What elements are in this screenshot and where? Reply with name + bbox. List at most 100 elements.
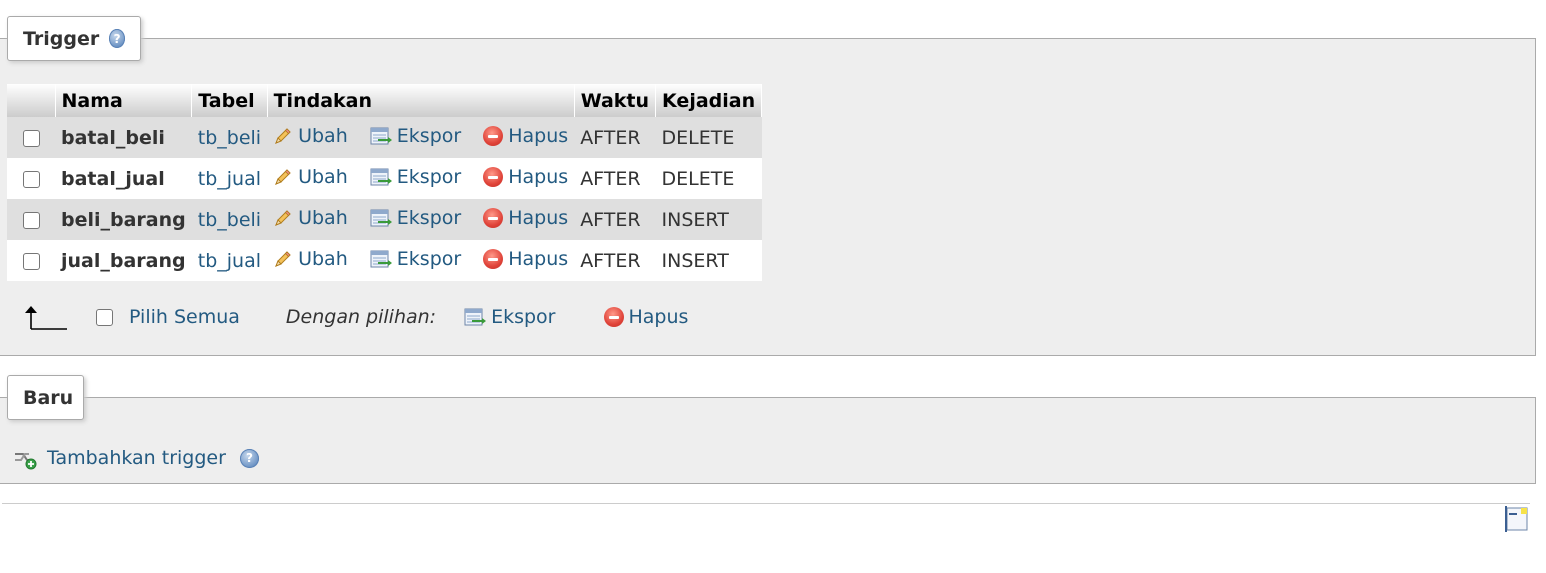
delete-label: Hapus (508, 124, 569, 147)
trigger-event: INSERT (655, 199, 762, 240)
trigger-event: INSERT (655, 240, 762, 281)
trigger-actions-cell: Ubah Ekspor Hapus (267, 240, 575, 281)
new-legend: Baru (7, 375, 84, 420)
delete-action[interactable]: Hapus (483, 125, 568, 147)
trigger-actions-cell: Ubah Ekspor Hapus (267, 158, 575, 199)
export-label: Ekspor (396, 206, 462, 229)
pencil-icon (273, 249, 293, 269)
edit-label: Ubah (298, 206, 348, 229)
header-event: Kejadian (655, 84, 763, 117)
add-trigger-icon[interactable] (13, 446, 37, 470)
select-all[interactable]: Pilih Semua (96, 306, 240, 328)
trigger-table-cell: tb_jual (191, 158, 268, 199)
bulk-export-button[interactable]: Ekspor (464, 306, 556, 328)
header-checkbox-column (7, 84, 56, 117)
export-icon (370, 167, 392, 187)
add-trigger-link[interactable]: Tambahkan trigger (47, 447, 226, 469)
trigger-time: AFTER (574, 199, 656, 240)
delete-action[interactable]: Hapus (483, 166, 568, 188)
header-actions: Tindakan (267, 84, 575, 117)
edit-label: Ubah (298, 165, 348, 188)
export-label: Ekspor (396, 165, 462, 188)
trigger-actions-cell: Ubah Ekspor Hapus (267, 117, 575, 158)
row-checkbox[interactable] (22, 129, 40, 147)
edit-label: Ubah (298, 124, 348, 147)
row-checkbox-cell (7, 158, 55, 199)
edit-action[interactable]: Ubah (273, 125, 348, 147)
bulk-delete-button[interactable]: Hapus (603, 306, 689, 328)
trigger-table-cell: tb_beli (191, 117, 268, 158)
trigger-name: batal_beli (55, 117, 192, 158)
trigger-title: Trigger (23, 27, 100, 50)
delete-label: Hapus (508, 206, 569, 229)
trigger-table-link[interactable]: tb_jual (198, 250, 261, 272)
help-icon[interactable]: ? (109, 29, 125, 48)
delete-icon (483, 125, 504, 146)
bulk-delete-label: Hapus (628, 306, 689, 328)
delete-icon (483, 248, 504, 269)
row-checkbox[interactable] (22, 252, 40, 270)
pencil-icon (273, 126, 293, 146)
trigger-time: AFTER (574, 240, 656, 281)
edit-action[interactable]: Ubah (273, 207, 348, 229)
row-checkbox[interactable] (22, 211, 40, 229)
trigger-event: DELETE (655, 158, 762, 199)
trigger-table-cell: tb_jual (191, 240, 268, 281)
header-time: Waktu (574, 84, 657, 117)
trigger-time: AFTER (574, 117, 656, 158)
export-label: Ekspor (396, 247, 462, 270)
header-name: Nama (55, 84, 193, 117)
trigger-legend: Trigger ? (7, 16, 141, 61)
delete-action[interactable]: Hapus (483, 207, 568, 229)
export-icon (370, 126, 392, 146)
export-icon (370, 249, 392, 269)
row-checkbox-cell (7, 240, 55, 281)
table-header-row: Nama Tabel Tindakan Waktu Kejadian (7, 84, 763, 117)
trigger-name: batal_jual (55, 158, 192, 199)
row-checkbox-cell (7, 199, 55, 240)
export-action[interactable]: Ekspor (370, 125, 461, 147)
export-action[interactable]: Ekspor (370, 248, 461, 270)
export-action[interactable]: Ekspor (370, 207, 461, 229)
table-row: jual_barang tb_jual Ubah Ekspor Hapus AF… (7, 240, 762, 281)
trigger-table-link[interactable]: tb_beli (198, 209, 261, 231)
select-all-checkbox[interactable] (96, 308, 113, 326)
edit-label: Ubah (298, 247, 348, 270)
table-row: batal_beli tb_beli Ubah Ekspor Hapus AFT… (7, 117, 762, 158)
header-table: Tabel (191, 84, 268, 117)
console-icon[interactable] (1505, 505, 1529, 533)
edit-action[interactable]: Ubah (273, 248, 348, 270)
arrow-up-left-icon (20, 303, 68, 331)
help-icon[interactable]: ? (239, 448, 259, 468)
delete-action[interactable]: Hapus (483, 248, 568, 270)
new-title: Baru (23, 386, 74, 409)
with-selected-label: Dengan pilihan: (285, 306, 437, 328)
trigger-actions-cell: Ubah Ekspor Hapus (267, 199, 575, 240)
table-row: batal_jual tb_jual Ubah Ekspor Hapus AFT… (7, 158, 762, 199)
export-icon (370, 208, 392, 228)
row-checkbox-cell (7, 117, 55, 158)
trigger-time: AFTER (574, 158, 656, 199)
bulk-export-label: Ekspor (491, 306, 556, 328)
delete-icon (483, 207, 504, 228)
delete-icon (483, 166, 504, 187)
trigger-table-link[interactable]: tb_jual (198, 168, 261, 190)
select-all-label[interactable]: Pilih Semua (129, 306, 240, 328)
row-checkbox[interactable] (22, 170, 40, 188)
export-label: Ekspor (396, 124, 462, 147)
add-trigger-row: Tambahkan trigger ? (13, 446, 259, 470)
trigger-table-cell: tb_beli (191, 199, 268, 240)
trigger-event: DELETE (655, 117, 762, 158)
trigger-name: jual_barang (55, 240, 192, 281)
pencil-icon (273, 208, 293, 228)
delete-icon (603, 307, 624, 327)
delete-label: Hapus (508, 165, 569, 188)
pencil-icon (273, 167, 293, 187)
table-row: beli_barang tb_beli Ubah Ekspor Hapus AF… (7, 199, 762, 240)
export-icon (464, 307, 487, 327)
edit-action[interactable]: Ubah (273, 166, 348, 188)
trigger-table-link[interactable]: tb_beli (198, 127, 261, 149)
new-fieldset (0, 397, 1536, 484)
divider (2, 503, 1530, 504)
export-action[interactable]: Ekspor (370, 166, 461, 188)
